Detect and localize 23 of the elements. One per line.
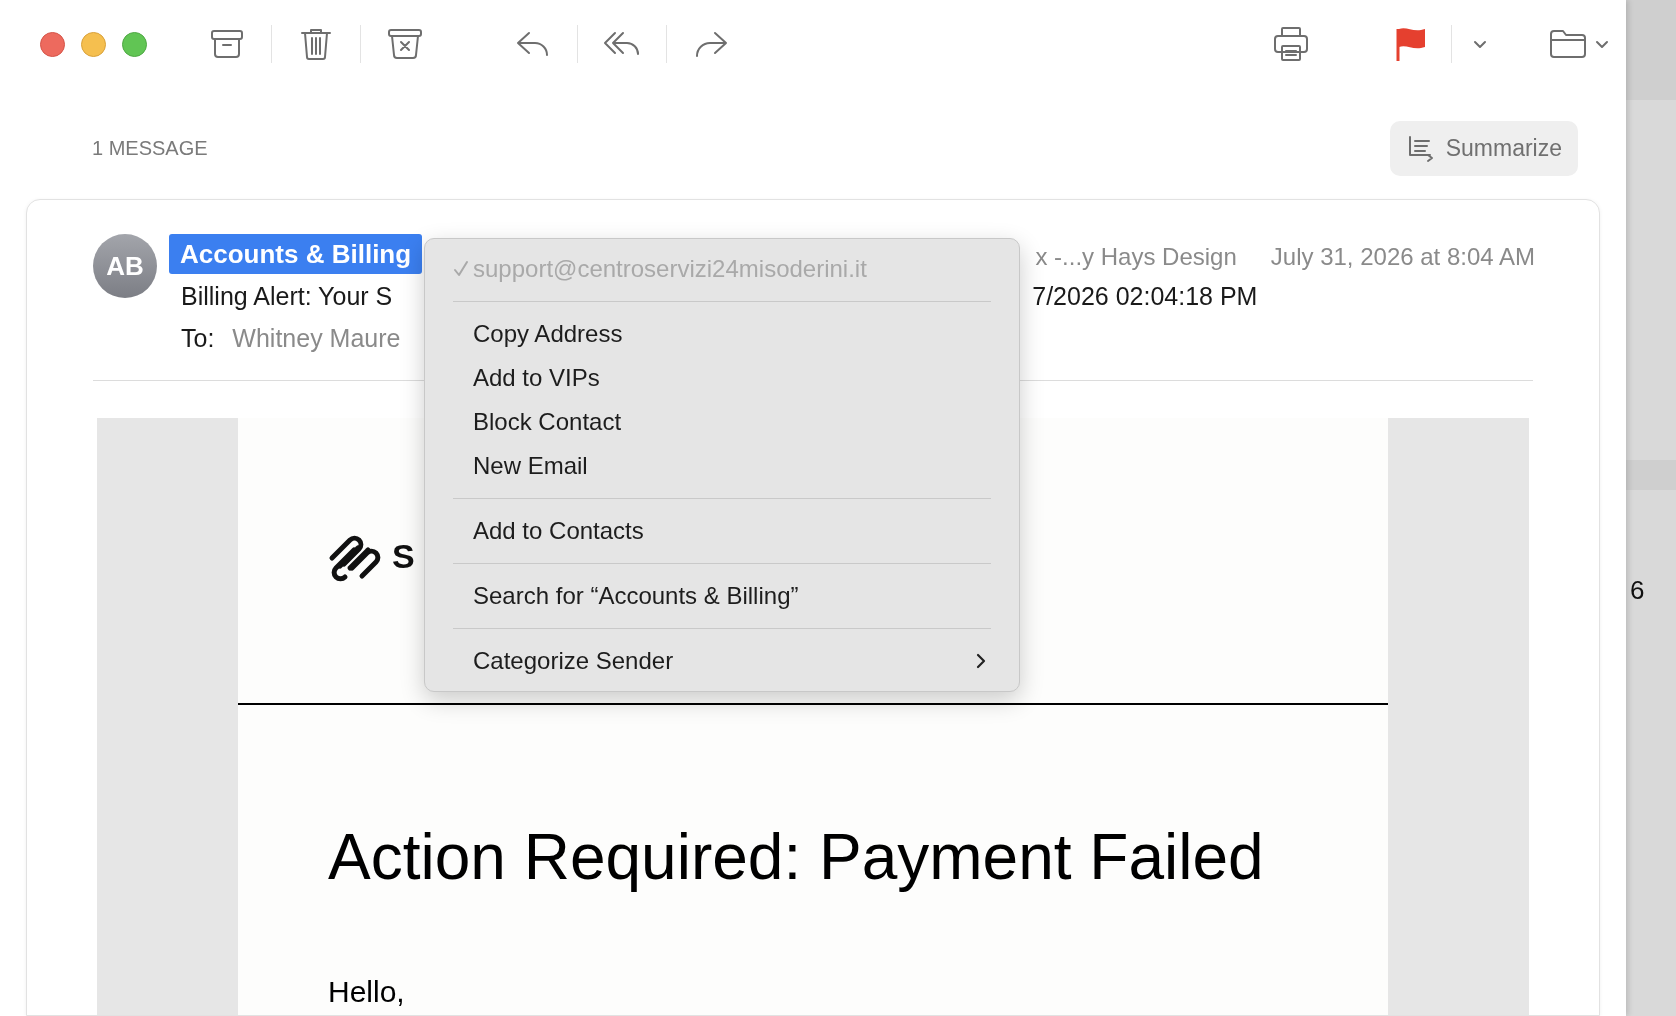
menu-item[interactable]: Search for “Accounts & Billing” <box>453 574 991 618</box>
sender-avatar: AB <box>93 234 157 298</box>
subject-text: 7/2026 02:04:18 PM <box>1032 281 1258 313</box>
menu-item[interactable]: New Email <box>453 444 991 488</box>
close-button[interactable] <box>40 31 65 57</box>
to-label: To: <box>181 323 215 355</box>
menu-item[interactable]: Copy Address <box>453 312 991 356</box>
printer-icon[interactable] <box>1271 24 1311 64</box>
menu-item[interactable]: Block Contact <box>453 400 991 444</box>
logo-text: S <box>392 536 415 577</box>
summarize-button[interactable]: Summarize <box>1389 120 1578 176</box>
message-date: July 31, 2026 at 8:04 AM <box>1270 242 1535 272</box>
menu-item[interactable]: Add to VIPs <box>453 356 991 400</box>
to-recipient: Whitney Maure <box>232 323 401 355</box>
subject-text: Billing Alert: Your S <box>181 281 393 313</box>
sender-name[interactable]: Accounts & Billing <box>169 234 423 274</box>
menu-item[interactable]: Add to Contacts <box>453 509 991 553</box>
background-text: 6 <box>1629 574 1645 607</box>
zoom-button[interactable] <box>122 31 147 57</box>
message-count: 1 MESSAGE <box>92 136 208 161</box>
recipient-text: x -...y Hays Design <box>1035 242 1237 272</box>
greeting-text: Hello, <box>327 974 406 1010</box>
menu-item[interactable]: Categorize Sender <box>453 639 991 683</box>
